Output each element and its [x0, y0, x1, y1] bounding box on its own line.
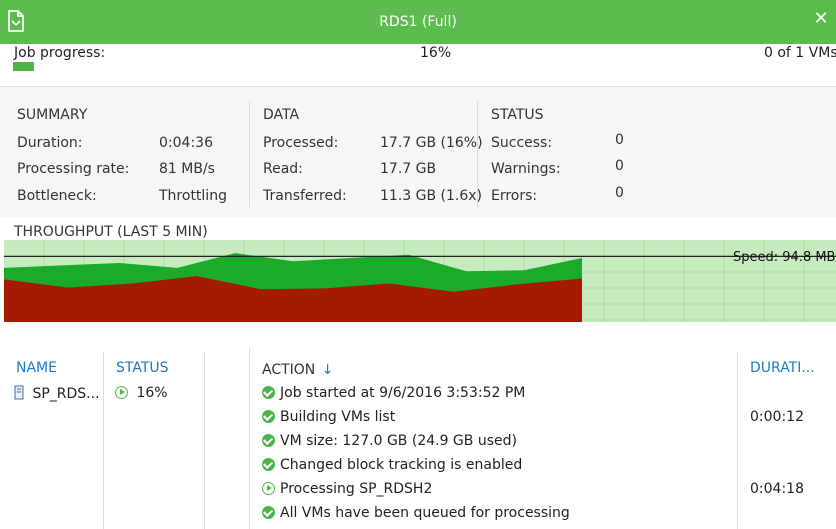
- progress-label: Job progress:: [14, 45, 106, 61]
- check-icon: [262, 458, 275, 471]
- action-text: Job started at 9/6/2016 3:53:52 PM: [280, 385, 526, 401]
- processed-value: 17.7 GB (16%): [380, 135, 483, 151]
- check-icon: [262, 434, 275, 447]
- sort-down-icon: ↓: [321, 362, 334, 378]
- title-bar: RDS1 (Full) ✕: [0, 0, 836, 44]
- action-row[interactable]: VM size: 127.0 GB (24.9 GB used): [262, 433, 517, 449]
- action-text: Building VMs list: [280, 409, 396, 425]
- server-icon: [14, 385, 24, 400]
- status-column-header[interactable]: STATUS: [116, 360, 169, 376]
- action-duration: 0:00:12: [750, 409, 804, 425]
- action-row[interactable]: Job started at 9/6/2016 3:53:52 PM: [262, 385, 525, 401]
- action-duration: 0:04:18: [750, 481, 804, 497]
- action-text: Processing SP_RDSH2: [280, 481, 433, 497]
- window-title: RDS1 (Full): [379, 14, 457, 30]
- read-value: 17.7 GB: [380, 161, 437, 177]
- check-icon: [262, 506, 275, 519]
- name-column-header[interactable]: NAME: [16, 360, 57, 376]
- action-row[interactable]: All VMs have been queued for processing: [262, 505, 570, 521]
- processing-rate-label: Processing rate:: [17, 161, 130, 177]
- column-divider: [204, 352, 205, 529]
- duration-value: 0:04:36: [159, 135, 213, 151]
- progress-count: 0 of 1 VMs: [764, 45, 836, 61]
- throughput-graph: Speed: 94.8 MB/s: [4, 240, 836, 322]
- throughput-chart: Speed: 94.8 MB/s: [4, 240, 836, 322]
- job-progress: Job progress: 16% 0 of 1 VMs: [0, 44, 836, 86]
- read-label: Read:: [263, 161, 303, 177]
- progress-bar: [13, 62, 836, 71]
- action-row[interactable]: Processing SP_RDSH2: [262, 481, 432, 497]
- divider: [477, 101, 478, 207]
- success-value: 0: [615, 132, 624, 148]
- processed-label: Processed:: [263, 135, 339, 151]
- close-button[interactable]: ✕: [810, 8, 832, 30]
- action-row[interactable]: Building VMs list: [262, 409, 395, 425]
- transferred-value: 11.3 GB (1.6x): [380, 188, 482, 204]
- column-divider: [103, 352, 104, 529]
- throughput-title: THROUGHPUT (LAST 5 MIN): [14, 224, 208, 240]
- details-grid: NAME STATUS SP_RDS... 16% ACTION ↓ DURAT…: [0, 340, 836, 529]
- progress-bar-fill: [13, 62, 35, 71]
- success-label: Success:: [491, 135, 553, 151]
- duration-label: Duration:: [17, 135, 83, 151]
- action-column-header[interactable]: ACTION ↓: [262, 362, 333, 378]
- data-heading: DATA: [263, 107, 300, 123]
- status-heading: STATUS: [491, 107, 544, 123]
- close-icon: ✕: [813, 8, 829, 29]
- processing-rate-value: 81 MB/s: [159, 161, 215, 177]
- action-text: All VMs have been queued for processing: [280, 505, 570, 521]
- vm-status: 16%: [115, 385, 168, 401]
- column-divider: [737, 352, 738, 529]
- divider: [249, 101, 250, 207]
- bottleneck-label: Bottleneck:: [17, 188, 97, 204]
- warnings-label: Warnings:: [491, 161, 561, 177]
- play-icon: [262, 482, 275, 495]
- summary-heading: SUMMARY: [17, 107, 88, 123]
- check-icon: [262, 410, 275, 423]
- column-divider: [249, 348, 250, 529]
- vm-list-row[interactable]: SP_RDS...: [14, 385, 100, 402]
- errors-label: Errors:: [491, 188, 538, 204]
- action-text: VM size: 127.0 GB (24.9 GB used): [280, 433, 517, 449]
- vm-name: SP_RDS...: [32, 386, 100, 402]
- bottleneck-value: Throttling: [159, 188, 227, 204]
- check-icon: [262, 386, 275, 399]
- action-row[interactable]: Changed block tracking is enabled: [262, 457, 522, 473]
- transferred-label: Transferred:: [263, 188, 347, 204]
- action-header-label: ACTION: [262, 362, 316, 378]
- duration-column-header[interactable]: DURATI...: [750, 360, 815, 376]
- action-text: Changed block tracking is enabled: [280, 457, 523, 473]
- vm-status-text: 16%: [136, 385, 168, 401]
- stats-panel: SUMMARY Duration: 0:04:36 Processing rat…: [0, 86, 836, 217]
- warnings-value: 0: [615, 158, 624, 174]
- speed-label: Speed: 94.8 MB/s: [733, 250, 836, 265]
- play-icon: [115, 386, 128, 399]
- progress-percent: 16%: [420, 45, 452, 61]
- errors-value: 0: [615, 185, 624, 201]
